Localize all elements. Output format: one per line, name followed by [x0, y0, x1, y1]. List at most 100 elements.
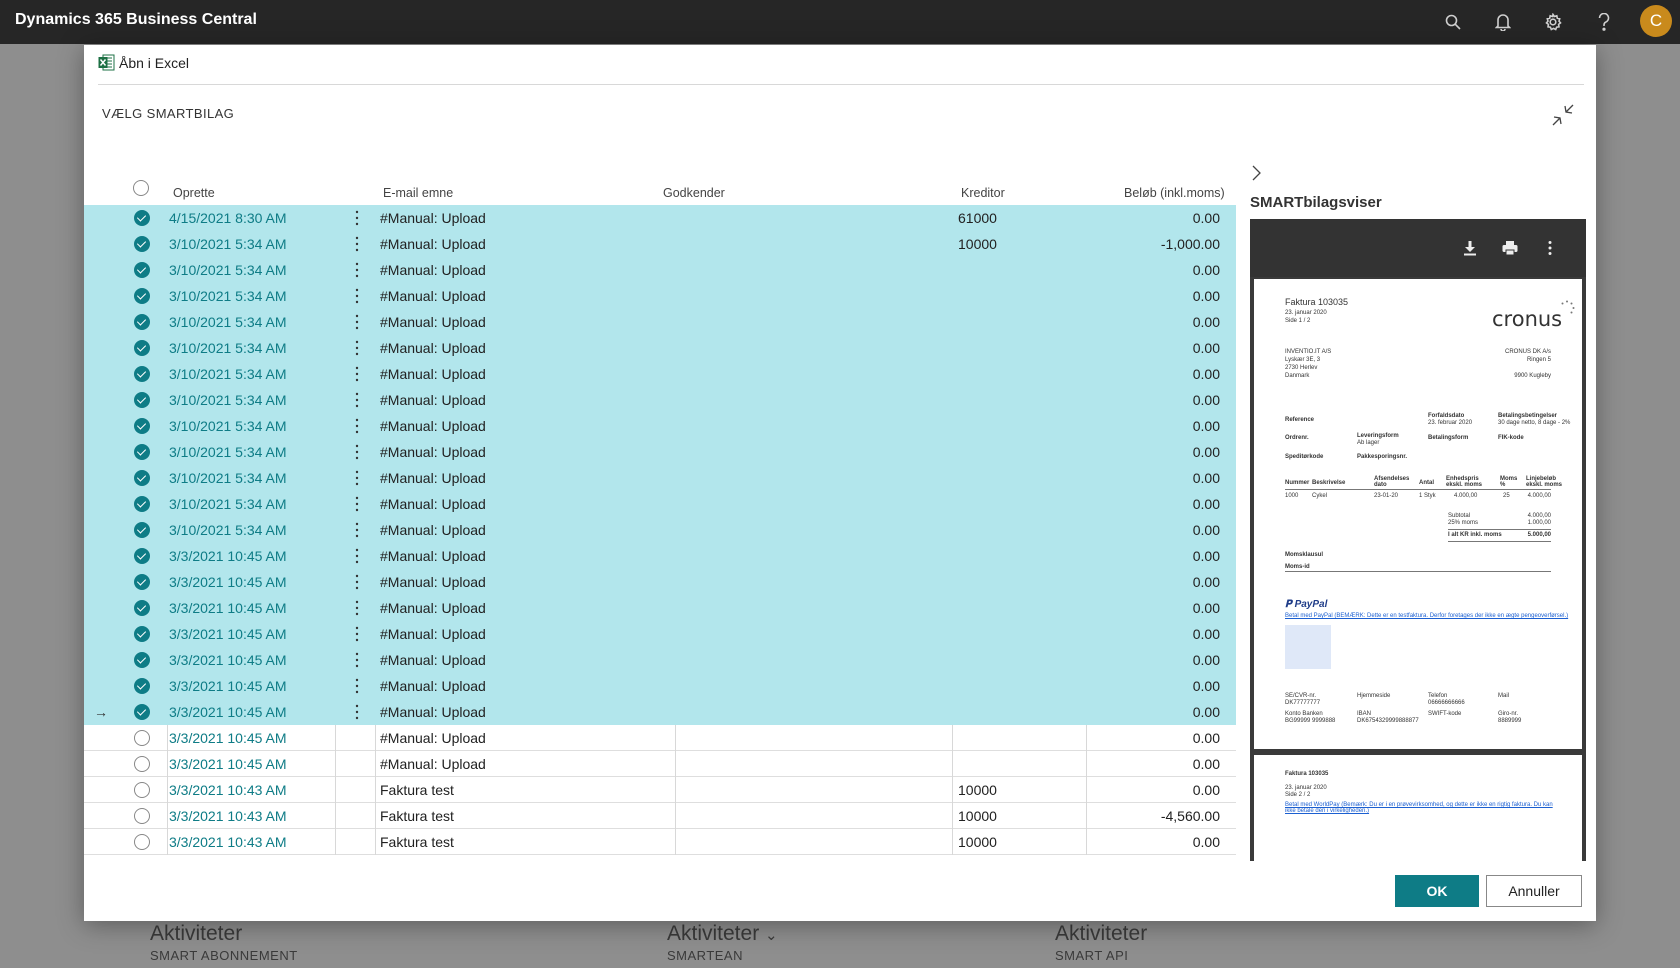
row-select-checkbox[interactable] [134, 340, 150, 356]
more-options-icon[interactable] [1540, 238, 1560, 258]
row-select-checkbox[interactable] [134, 652, 150, 668]
row-actions-icon[interactable] [353, 287, 361, 305]
created-cell[interactable]: 3/3/2021 10:45 AM [169, 652, 287, 668]
row-select-checkbox[interactable] [134, 730, 150, 746]
row-select-checkbox[interactable] [134, 782, 150, 798]
table-row[interactable]: 3/3/2021 10:43 AM Faktura test 10000 0.00 [84, 777, 1236, 803]
row-select-checkbox[interactable] [134, 574, 150, 590]
row-select-checkbox[interactable] [134, 366, 150, 382]
created-cell[interactable]: 3/3/2021 10:45 AM [169, 678, 287, 694]
created-cell[interactable]: 3/10/2021 5:34 AM [169, 418, 287, 434]
created-cell[interactable]: 3/10/2021 5:34 AM [169, 236, 287, 252]
row-actions-icon[interactable] [353, 417, 361, 435]
row-select-checkbox[interactable] [134, 756, 150, 772]
created-cell[interactable]: 3/10/2021 5:34 AM [169, 392, 287, 408]
created-cell[interactable]: 3/10/2021 5:34 AM [169, 288, 287, 304]
column-header-email-subject[interactable]: E-mail emne [383, 186, 453, 200]
created-cell[interactable]: 4/15/2021 8:30 AM [169, 210, 287, 226]
open-in-excel-button[interactable]: Åbn i Excel [98, 54, 189, 71]
row-select-checkbox[interactable] [134, 548, 150, 564]
created-cell[interactable]: 3/3/2021 10:43 AM [169, 808, 287, 824]
app-title[interactable]: Dynamics 365 Business Central [15, 11, 257, 29]
search-icon[interactable] [1439, 8, 1467, 36]
print-icon[interactable] [1500, 238, 1520, 258]
document-viewer[interactable]: Faktura 103035 23. januar 2020 Side 1 / … [1250, 219, 1586, 861]
row-actions-icon[interactable] [353, 625, 361, 643]
row-select-checkbox[interactable] [134, 678, 150, 694]
table-row[interactable]: 3/10/2021 5:34 AM #Manual: Upload 0.00 [84, 465, 1236, 491]
table-row[interactable]: 4/15/2021 8:30 AM #Manual: Upload 61000 0.0… [84, 205, 1236, 231]
bell-icon[interactable] [1489, 8, 1517, 36]
column-header-creditor[interactable]: Kreditor [961, 186, 1005, 200]
row-select-checkbox[interactable] [134, 236, 150, 252]
table-row[interactable]: 3/10/2021 5:34 AM #Manual: Upload 10000 -1,… [84, 231, 1236, 257]
table-row[interactable]: 3/10/2021 5:34 AM #Manual: Upload 0.00 [84, 361, 1236, 387]
table-row[interactable]: → 3/3/2021 10:45 AM #Manual: Upload 0.00 [84, 699, 1236, 725]
table-row[interactable]: 3/3/2021 10:43 AM Faktura test 10000 -4,560… [84, 803, 1236, 829]
collapse-icon[interactable] [1550, 102, 1576, 128]
column-header-amount[interactable]: Beløb (inkl.moms) [1124, 186, 1225, 200]
row-select-checkbox[interactable] [134, 834, 150, 850]
chevron-down-icon[interactable]: ⌄ [765, 927, 778, 944]
row-actions-icon[interactable] [353, 651, 361, 669]
download-icon[interactable] [1460, 238, 1480, 258]
select-all-checkbox[interactable] [133, 180, 149, 196]
row-actions-icon[interactable] [353, 495, 361, 513]
row-select-checkbox[interactable] [134, 600, 150, 616]
table-row[interactable]: 3/3/2021 10:45 AM #Manual: Upload 0.00 [84, 595, 1236, 621]
created-cell[interactable]: 3/3/2021 10:43 AM [169, 834, 287, 850]
row-select-checkbox[interactable] [134, 210, 150, 226]
row-actions-icon[interactable] [353, 521, 361, 539]
row-select-checkbox[interactable] [134, 808, 150, 824]
created-cell[interactable]: 3/3/2021 10:45 AM [169, 548, 287, 564]
created-cell[interactable]: 3/3/2021 10:45 AM [169, 600, 287, 616]
table-row[interactable]: 3/10/2021 5:34 AM #Manual: Upload 0.00 [84, 283, 1236, 309]
created-cell[interactable]: 3/3/2021 10:45 AM [169, 704, 287, 720]
created-cell[interactable]: 3/3/2021 10:45 AM [169, 626, 287, 642]
row-select-checkbox[interactable] [134, 392, 150, 408]
row-select-checkbox[interactable] [134, 522, 150, 538]
table-row[interactable]: 3/3/2021 10:45 AM #Manual: Upload 0.00 [84, 647, 1236, 673]
table-row[interactable]: 3/3/2021 10:45 AM #Manual: Upload 0.00 [84, 543, 1236, 569]
user-avatar[interactable]: C [1640, 5, 1672, 37]
row-actions-icon[interactable] [353, 443, 361, 461]
table-row[interactable]: 3/3/2021 10:45 AM #Manual: Upload 0.00 [84, 569, 1236, 595]
created-cell[interactable]: 3/3/2021 10:45 AM [169, 574, 287, 590]
table-row[interactable]: 3/10/2021 5:34 AM #Manual: Upload 0.00 [84, 517, 1236, 543]
help-icon[interactable] [1590, 8, 1618, 36]
row-actions-icon[interactable] [353, 261, 361, 279]
row-actions-icon[interactable] [353, 599, 361, 617]
paypal-link[interactable]: Betal med PayPal (BEMÆRK: Dette er en te… [1285, 613, 1568, 619]
row-actions-icon[interactable] [353, 235, 361, 253]
row-select-checkbox[interactable] [134, 444, 150, 460]
row-actions-icon[interactable] [353, 703, 361, 721]
table-row[interactable]: 3/3/2021 10:45 AM #Manual: Upload 0.00 [84, 621, 1236, 647]
table-row[interactable]: 3/3/2021 10:45 AM #Manual: Upload 0.00 [84, 673, 1236, 699]
cancel-button[interactable]: Annuller [1486, 875, 1582, 907]
activities-card-title[interactable]: Aktiviteter ⌄ [667, 922, 778, 946]
gear-icon[interactable] [1539, 8, 1567, 36]
chevron-right-icon[interactable] [1249, 164, 1263, 182]
table-row[interactable]: 3/10/2021 5:34 AM #Manual: Upload 0.00 [84, 387, 1236, 413]
row-select-checkbox[interactable] [134, 496, 150, 512]
row-select-checkbox[interactable] [134, 626, 150, 642]
table-row[interactable]: 3/10/2021 5:34 AM #Manual: Upload 0.00 [84, 335, 1236, 361]
row-actions-icon[interactable] [353, 677, 361, 695]
created-cell[interactable]: 3/10/2021 5:34 AM [169, 470, 287, 486]
ok-button[interactable]: OK [1395, 875, 1479, 907]
table-row[interactable]: 3/10/2021 5:34 AM #Manual: Upload 0.00 [84, 491, 1236, 517]
row-actions-icon[interactable] [353, 469, 361, 487]
created-cell[interactable]: 3/3/2021 10:43 AM [169, 782, 287, 798]
created-cell[interactable]: 3/10/2021 5:34 AM [169, 340, 287, 356]
worldpay-link[interactable]: Betal med WorldPay (Bemærk: Du er i en p… [1285, 802, 1553, 814]
column-header-approver[interactable]: Godkender [663, 186, 725, 200]
table-row[interactable]: 3/3/2021 10:43 AM Faktura test 10000 0.00 [84, 829, 1236, 855]
row-actions-icon[interactable] [353, 391, 361, 409]
table-row[interactable]: 3/3/2021 10:45 AM #Manual: Upload 0.00 [84, 725, 1236, 751]
created-cell[interactable]: 3/3/2021 10:45 AM [169, 730, 287, 746]
row-actions-icon[interactable] [353, 547, 361, 565]
row-select-checkbox[interactable] [134, 704, 150, 720]
row-actions-icon[interactable] [353, 365, 361, 383]
table-row[interactable]: 3/10/2021 5:34 AM #Manual: Upload 0.00 [84, 439, 1236, 465]
row-select-checkbox[interactable] [134, 470, 150, 486]
